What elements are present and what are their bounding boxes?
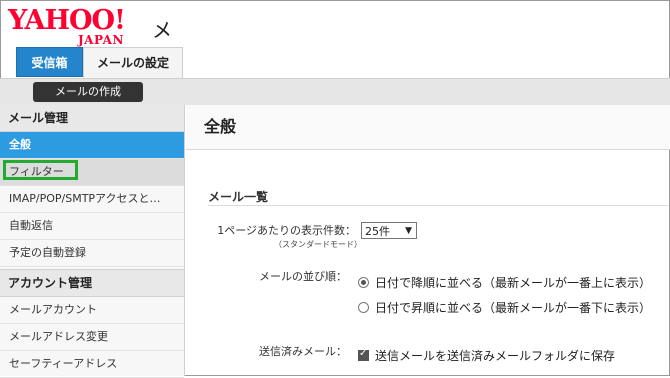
per-page-value: 25件 [365,225,390,238]
sort-label: メールの並び順： [259,270,347,283]
logo-yahoo-text: YAHOO! [8,5,126,36]
sidebar-section-mail-management: メール管理 [0,105,184,132]
sidebar-item-address-change[interactable]: メールアドレス変更 [0,324,184,351]
chevron-down-icon: ▼ [405,226,412,236]
sidebar-item-auto-reply[interactable]: 自動返信 [0,213,184,240]
sidebar-section-account-management: アカウント管理 [0,269,184,297]
settings-sidebar: メール管理 全般 フィルター IMAP/POP/SMTPアクセスと… 自動返信 … [0,105,185,378]
sort-option-asc[interactable]: 日付で昇順に並べる（最新メールが一番下に表示） [358,299,651,316]
tab-inbox[interactable]: 受信箱 [16,47,83,77]
yahoo-japan-mail-logo[interactable]: YAHOO! JAPAN メール [8,5,172,101]
highlight-box [3,160,78,180]
checkbox-checked-icon[interactable] [358,348,369,361]
sidebar-item-imap-pop-smtp[interactable]: IMAP/POP/SMTPアクセスと… [0,186,184,213]
save-sent-mail-option[interactable]: 送信メールを送信済みメールフォルダに保存 [358,347,615,364]
per-page-sublabel: （スタンダードモード） [274,240,362,249]
per-page-label: 1ページあたりの表示件数： [217,224,356,237]
save-sent-mail-label: 送信メールを送信済みメールフォルダに保存 [375,349,616,363]
per-page-select[interactable]: 25件 ▼ [361,222,417,239]
sort-option-asc-label: 日付で昇順に並べる（最新メールが一番下に表示） [375,301,652,315]
radio-selected-icon[interactable] [358,277,369,288]
page-title: 全般 [186,105,670,150]
sent-mail-label: 送信済みメール： [259,345,347,358]
sidebar-item-general[interactable]: 全般 [0,132,184,159]
toolbar: メールの作成 [0,78,670,105]
settings-main: 全般 メール一覧 1ページあたりの表示件数： （スタンダードモード） 25件 ▼… [186,105,670,376]
sidebar-item-safety-address[interactable]: セーフティーアドレス [0,351,184,378]
section-divider [208,205,668,206]
tab-mail-settings[interactable]: メールの設定 [83,47,183,78]
section-title-mail-list: メール一覧 [208,190,269,204]
sidebar-item-filter[interactable]: フィルター [0,159,184,186]
sidebar-item-mail-account[interactable]: メールアカウント [0,297,184,324]
sort-option-desc[interactable]: 日付で降順に並べる（最新メールが一番上に表示） [358,274,651,291]
sort-option-desc-label: 日付で降順に並べる（最新メールが一番上に表示） [375,276,652,290]
sidebar-item-auto-schedule[interactable]: 予定の自動登録 [0,240,184,267]
compose-button[interactable]: メールの作成 [33,82,143,102]
logo-japan-text: JAPAN [78,33,124,47]
radio-unselected-icon[interactable] [358,302,369,313]
